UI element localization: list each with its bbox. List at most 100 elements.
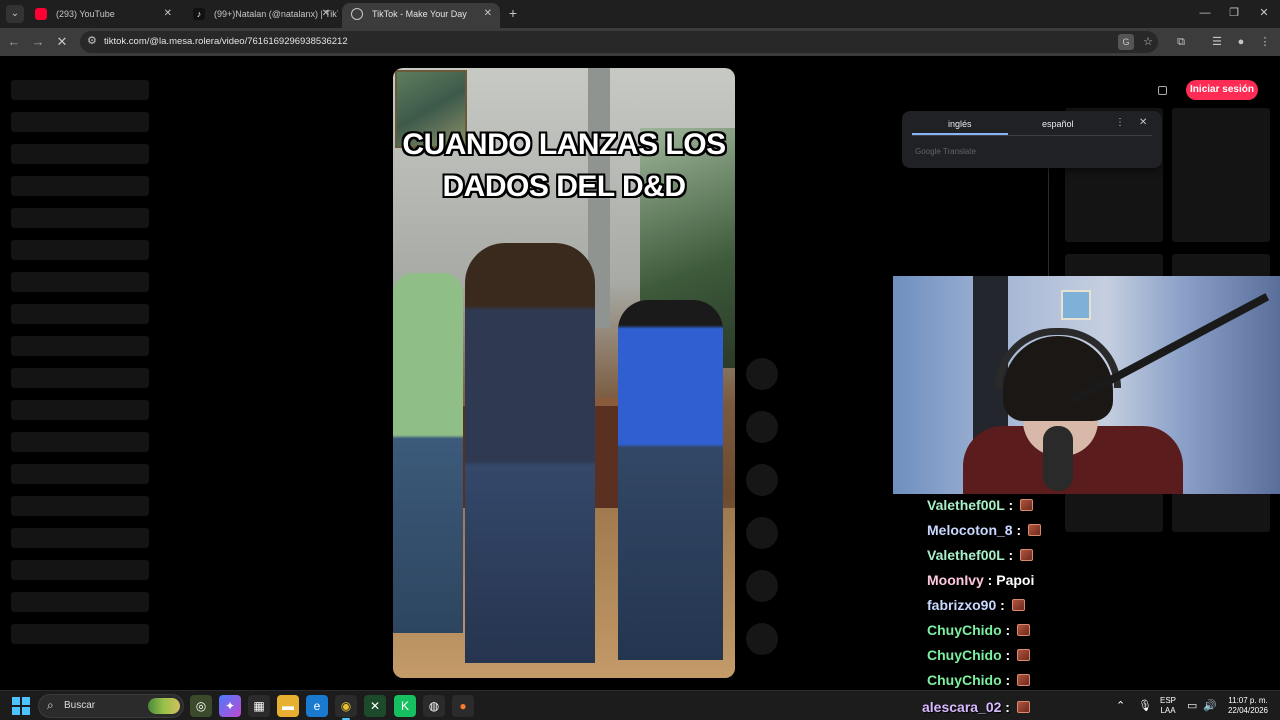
tab-youtube[interactable]: (293) YouTube ✕ (26, 3, 180, 28)
like-button[interactable] (746, 358, 778, 390)
clock[interactable]: 11:07 p. m. 22/04/2026 (1220, 696, 1276, 716)
volume-icon[interactable]: 🔊 (1203, 699, 1217, 712)
copilot-icon[interactable]: ✦ (219, 695, 241, 717)
tab-title: (293) YouTube (56, 9, 115, 19)
chat-message: MoonIvy : Papoi (927, 572, 1035, 588)
close-icon[interactable]: ✕ (164, 3, 172, 25)
store-icon[interactable]: ▦ (248, 695, 270, 717)
profile-icon[interactable]: ● (1232, 34, 1250, 50)
chat-message: ChuyChido : (927, 619, 1031, 641)
chat-username: ChuyChido (927, 622, 1002, 638)
tab-tiktok-video[interactable]: TikTok - Make Your Day ✕ (342, 3, 500, 28)
minimize-button[interactable]: — (1190, 4, 1220, 22)
firefox-icon[interactable]: ● (452, 695, 474, 717)
clock-time: 11:07 p. m. (1228, 696, 1268, 705)
chat-username: ChuyChido (927, 647, 1002, 663)
chat-message: fabrizxo90 : (927, 594, 1025, 616)
chrome-icon[interactable]: ◉ (335, 695, 357, 720)
sidebar-skeleton (11, 592, 149, 612)
clock-date: 22/04/2026 (1227, 706, 1269, 715)
webcam-overlay (893, 276, 1280, 494)
more-button[interactable] (746, 570, 778, 602)
translate-lang-spanish[interactable]: español (1042, 119, 1074, 129)
menu-icon[interactable]: ⋮ (1256, 34, 1274, 50)
save-button[interactable] (746, 464, 778, 496)
maximize-button[interactable]: ❐ (1219, 4, 1249, 22)
keyboard-layout: LAA (1160, 706, 1176, 715)
close-icon[interactable]: ✕ (484, 3, 492, 25)
sidebar-skeleton (11, 432, 149, 452)
more-options-icon[interactable]: ⋮ (1115, 117, 1125, 128)
sound-button[interactable] (746, 623, 778, 655)
search-icon: ⌕ (47, 698, 54, 712)
sidebar-skeleton (11, 528, 149, 548)
tab-search-icon[interactable]: ⌄ (6, 5, 24, 23)
obs-icon[interactable]: ◍ (423, 695, 445, 717)
new-tab-button[interactable]: + (505, 4, 521, 22)
show-hidden-icons-icon[interactable]: ⌃ (1116, 699, 1125, 712)
sidebar-skeleton (11, 112, 149, 132)
video-player[interactable]: CUANDO LANZAS LOS DADOS DEL D&D (393, 68, 735, 678)
sidebar-skeleton (11, 240, 149, 260)
stop-loading-icon[interactable]: ✕ (52, 32, 72, 52)
chat-username: Melocoton_8 (927, 522, 1013, 538)
chat-username: ChuyChido (927, 672, 1002, 688)
extensions-icon[interactable]: ⧉ (1172, 34, 1190, 50)
back-icon[interactable]: ← (4, 32, 24, 52)
windows-taskbar: ⌕ Buscar ◎ ✦ ▦ ▬ e ◉ ✕ K ◍ ● ⌃ 🎙 ESP LAA… (0, 690, 1280, 720)
sidebar-skeleton (11, 496, 149, 516)
sidebar-skeleton (11, 368, 149, 388)
widgets-icon[interactable]: ◎ (190, 695, 212, 717)
close-window-button[interactable]: ✕ (1249, 4, 1279, 22)
comment-button[interactable] (746, 411, 778, 443)
chat-message: Melocoton_8 : (927, 519, 1042, 541)
translate-brand: Google Translate (915, 147, 976, 156)
microphone-icon[interactable]: 🎙 (1138, 699, 1152, 712)
tab-title: TikTok - Make Your Day (372, 9, 467, 19)
share-button[interactable] (746, 517, 778, 549)
chat-message: Valethef00L : (927, 494, 1034, 516)
upload-icon[interactable] (1158, 86, 1167, 95)
address-bar[interactable]: ⚙ tiktok.com/@la.mesa.rolera/video/76161… (80, 31, 1158, 53)
recommended-skeleton (1172, 108, 1270, 242)
sidebar-skeleton (11, 336, 149, 356)
bookmark-star-icon[interactable]: ☆ (1140, 34, 1156, 50)
translate-lang-english[interactable]: inglés (948, 119, 972, 129)
login-button[interactable]: Iniciar sesión (1186, 80, 1258, 100)
sidebar-skeleton (11, 144, 149, 164)
edge-icon[interactable]: e (306, 695, 328, 717)
input-language[interactable]: ESP LAA (1158, 696, 1178, 716)
translate-icon[interactable]: G (1118, 34, 1134, 50)
search-highlight-image (148, 698, 180, 714)
sidebar-skeleton (11, 400, 149, 420)
forward-icon[interactable]: → (28, 32, 48, 52)
browser-toolbar: ← → ✕ ⚙ tiktok.com/@la.mesa.rolera/video… (0, 28, 1280, 56)
chat-message: ChuyChido : (927, 644, 1031, 666)
youtube-icon (35, 8, 47, 20)
file-explorer-icon[interactable]: ▬ (277, 695, 299, 717)
chat-message: Valethef00L : (927, 544, 1034, 566)
language-code: ESP (1159, 696, 1176, 705)
close-icon[interactable]: ✕ (322, 3, 330, 25)
emote-icon (1020, 549, 1034, 561)
network-icon[interactable]: ▭ (1187, 699, 1197, 712)
site-info-icon[interactable]: ⚙ (87, 34, 97, 47)
sidebar-skeleton (11, 304, 149, 324)
close-icon[interactable]: ✕ (1139, 117, 1147, 128)
kick-icon[interactable]: K (394, 695, 416, 717)
video-person (465, 243, 595, 663)
tiktok-icon: ♪ (193, 8, 205, 20)
chat-username: Valethef00L (927, 547, 1005, 563)
reading-list-icon[interactable]: ☰ (1208, 34, 1226, 50)
taskbar-search[interactable]: ⌕ Buscar (38, 694, 184, 718)
chat-username: alescara_02 (922, 699, 1002, 715)
tab-tiktok-profile[interactable]: ♪ (99+)Natalan (@natalanx) | TikT ✕ (184, 3, 338, 28)
windows-start-icon[interactable] (12, 697, 30, 715)
emote-icon (1016, 701, 1030, 713)
video-person (393, 273, 463, 633)
sidebar-skeleton (11, 208, 149, 228)
sidebar-skeleton (11, 624, 149, 644)
emote-icon (1011, 599, 1025, 611)
excel-icon[interactable]: ✕ (364, 695, 386, 717)
chat-message: alescara_02 : (922, 697, 1030, 717)
